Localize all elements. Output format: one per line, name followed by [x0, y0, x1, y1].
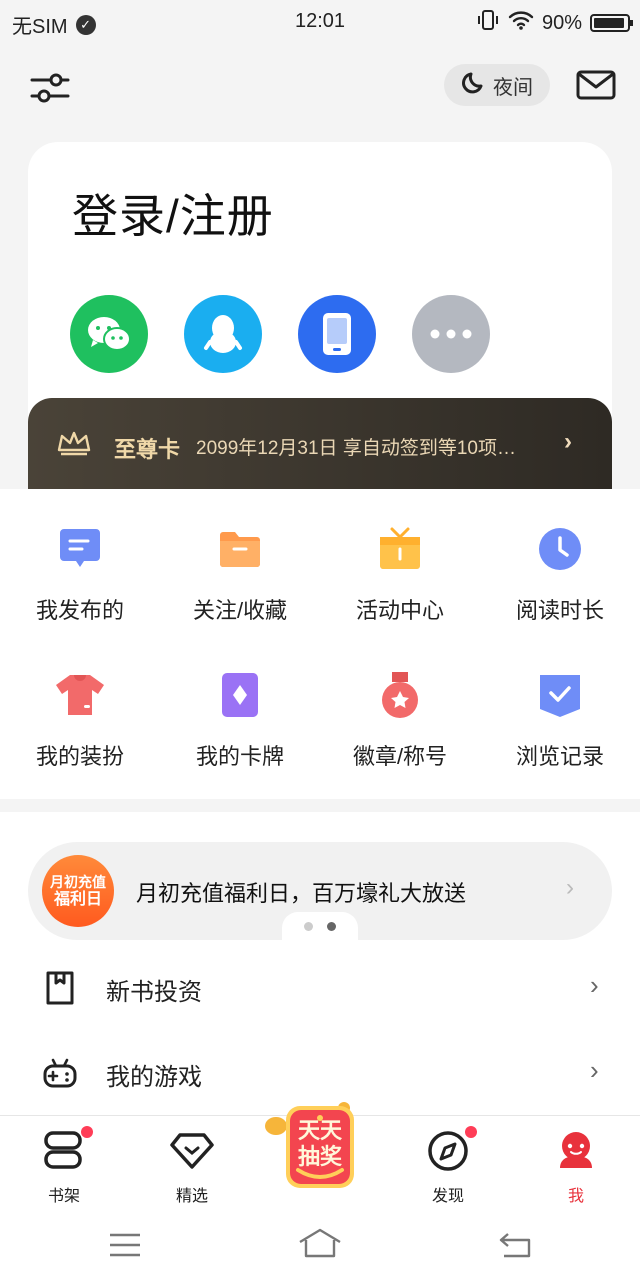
gift-icon	[374, 523, 426, 575]
lower-panel: 月初充值 福利日 月初充值福利日，百万壕礼大放送 › 新书投资 › 我的游戏 ›	[0, 812, 640, 1116]
promo-text: 月初充值福利日，百万壕礼大放送	[136, 881, 467, 906]
tab-label: 发现	[431, 1188, 464, 1205]
grid-label: 关注/收藏	[192, 598, 288, 623]
grid-label: 我发布的	[35, 598, 124, 623]
grid-item-my-outfit[interactable]: 我的装扮	[0, 669, 160, 771]
tab-me[interactable]: 我	[536, 1128, 616, 1206]
grid-item-follow-favorites[interactable]: 关注/收藏	[160, 523, 320, 625]
vip-card-name: 至尊卡	[114, 437, 181, 462]
gamepad-icon	[42, 1055, 78, 1091]
wifi-icon	[508, 10, 534, 36]
qq-penguin-icon	[204, 315, 242, 353]
chevron-right-icon: ›	[564, 428, 572, 455]
grid-label: 我的装扮	[35, 744, 124, 769]
grid-label: 阅读时长	[515, 598, 604, 623]
phone-login-button[interactable]	[298, 295, 376, 373]
grid-label: 浏览记录	[515, 744, 604, 769]
tab-discover[interactable]: 发现	[408, 1126, 488, 1206]
tab-label: 书架	[47, 1188, 80, 1205]
settings-sliders-icon[interactable]	[28, 66, 72, 110]
battery-percent: 90%	[541, 11, 582, 34]
feature-grid: 我发布的 关注/收藏 活动中心 阅读时长 我的装扮 我的卡牌 徽章/称号 浏览记…	[0, 489, 640, 799]
diamond-icon	[169, 1128, 215, 1174]
bookshelf-icon	[41, 1126, 93, 1174]
moon-icon	[461, 69, 487, 101]
vibrate-icon	[476, 9, 500, 37]
grid-item-activity-center[interactable]: 活动中心	[320, 523, 480, 625]
chevron-right-icon: ›	[590, 1055, 599, 1085]
mail-icon[interactable]	[574, 66, 618, 106]
grid-item-reading-time[interactable]: 阅读时长	[480, 523, 640, 625]
vip-card-description: 2099年12月31日 享自动签到等10项…	[196, 438, 516, 459]
back-icon[interactable]	[498, 1230, 532, 1263]
menu-label: 新书投资	[106, 979, 202, 1006]
home-icon[interactable]	[298, 1228, 342, 1263]
night-mode-label: 夜间	[493, 76, 533, 99]
promo-badge-line1: 月初充值	[50, 874, 106, 890]
lottery-label: 天天抽奖	[297, 1118, 342, 1169]
notification-dot	[81, 1126, 93, 1138]
profile-icon	[553, 1128, 599, 1174]
wechat-login-button[interactable]	[70, 295, 148, 373]
promo-badge-line2: 福利日	[53, 891, 102, 908]
night-mode-button[interactable]: 夜间	[444, 64, 550, 106]
battery-icon	[590, 14, 633, 32]
chevron-right-icon: ›	[566, 874, 574, 901]
folder-icon	[214, 523, 266, 575]
crown-icon	[56, 430, 92, 463]
tshirt-icon	[54, 669, 106, 721]
menu-icon[interactable]	[108, 1232, 142, 1263]
grid-label: 我的卡牌	[195, 744, 284, 769]
menu-label: 我的游戏	[106, 1064, 202, 1091]
status-bar: 无SIM ✓ 12:01 90%	[0, 0, 640, 44]
qq-login-button[interactable]	[184, 295, 262, 373]
carousel-dot[interactable]	[304, 922, 313, 931]
phone-icon	[323, 313, 351, 355]
login-register-link[interactable]: 登录/注册	[72, 180, 274, 246]
carousel-indicator	[282, 912, 358, 942]
grid-item-my-cards[interactable]: 我的卡牌	[160, 669, 320, 771]
grid-item-browse-history[interactable]: 浏览记录	[480, 669, 640, 771]
history-icon	[534, 669, 586, 721]
card-icon	[214, 669, 266, 721]
tab-label: 精选	[175, 1188, 208, 1205]
clock-icon	[534, 523, 586, 575]
top-bar: 夜间	[0, 56, 640, 116]
grid-item-badges-titles[interactable]: 徽章/称号	[320, 669, 480, 771]
grid-label: 活动中心	[355, 598, 444, 623]
notification-dot	[465, 1126, 477, 1138]
more-login-button[interactable]	[412, 295, 490, 373]
bookmark-icon	[42, 970, 78, 1006]
tab-featured[interactable]: 精选	[152, 1128, 232, 1206]
more-dots-icon	[430, 329, 472, 339]
carousel-dot-active[interactable]	[327, 922, 336, 931]
promo-badge: 月初充值 福利日	[42, 855, 114, 927]
menu-item-new-book-investment[interactable]: 新书投资 ›	[0, 950, 640, 1030]
vip-card-bar[interactable]: 至尊卡 2099年12月31日 享自动签到等10项… ›	[28, 398, 612, 490]
tab-bookshelf[interactable]: 书架	[24, 1126, 104, 1206]
tab-label: 我	[567, 1188, 584, 1205]
grid-label: 徽章/称号	[352, 744, 448, 769]
compass-icon	[425, 1126, 477, 1174]
wechat-icon	[88, 317, 131, 351]
grid-item-my-posts[interactable]: 我发布的	[0, 523, 160, 625]
system-nav-bar	[0, 1210, 640, 1280]
chevron-right-icon: ›	[590, 970, 599, 1000]
message-icon	[54, 523, 106, 575]
lottery-badge[interactable]: 天天抽奖	[258, 1100, 378, 1196]
medal-icon	[374, 669, 426, 721]
